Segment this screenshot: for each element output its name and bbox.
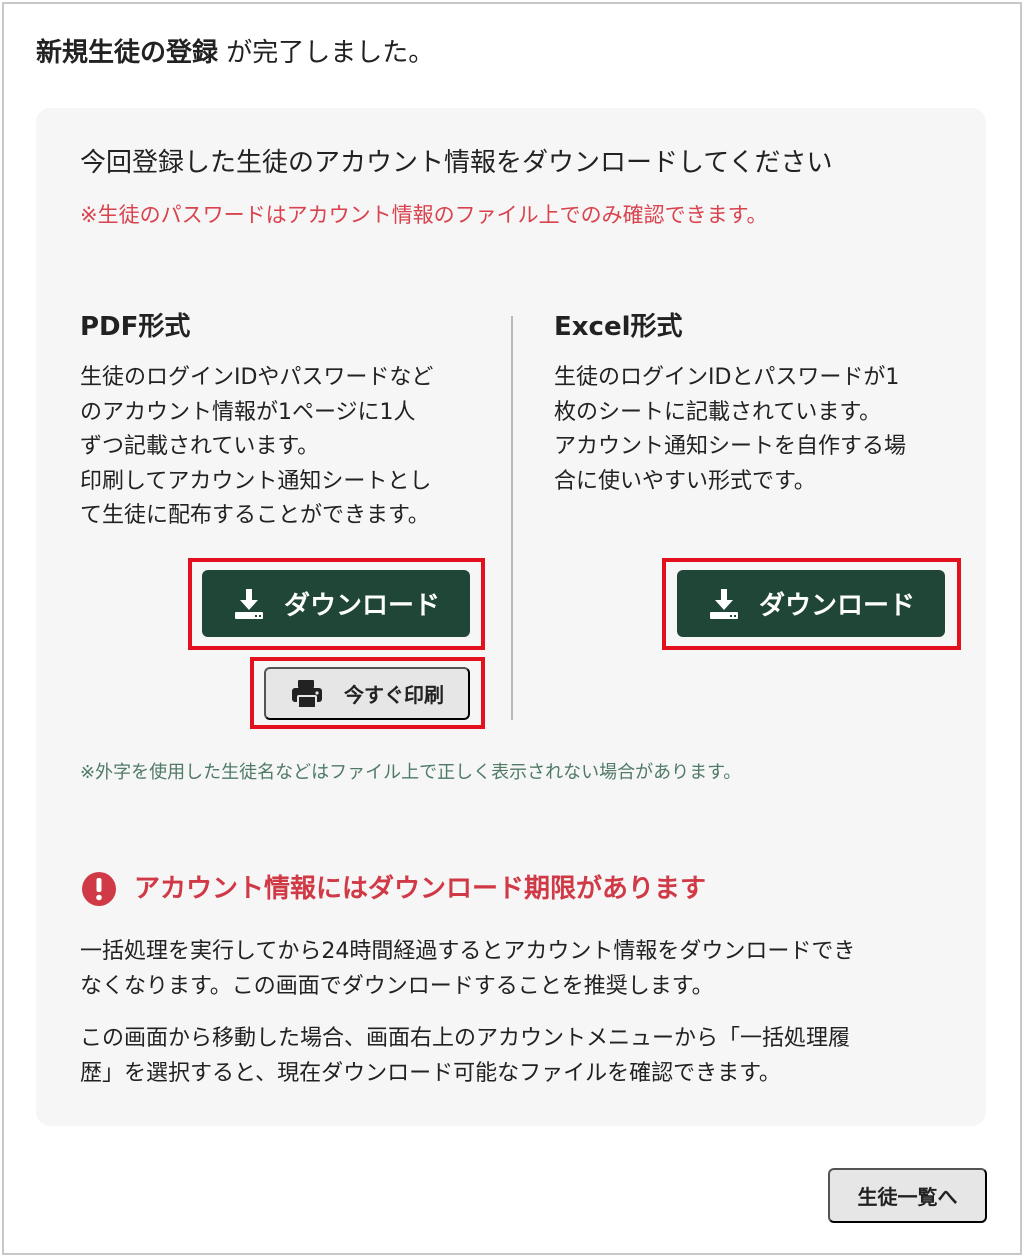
excel-desc-line: アカウント通知シートを自作する場	[554, 434, 907, 459]
alert-paragraph-1: 一括処理を実行してから24時間経過するとアカウント情報をダウンロードでき なくな…	[80, 935, 855, 1004]
pdf-format-title: PDF形式	[80, 312, 191, 342]
download-icon	[709, 588, 738, 619]
alert-title: アカウント情報にはダウンロード期限があります	[134, 874, 707, 904]
alert-paragraph-line: 歴」を選択すると、現在ダウンロード可能なファイルを確認できます。	[80, 1060, 781, 1086]
printer-icon	[292, 679, 322, 709]
pdf-download-label: ダウンロード	[283, 590, 440, 620]
page-title: 新規生徒の登録 が完了しました。	[36, 36, 434, 70]
excel-download-label: ダウンロード	[758, 590, 915, 620]
pdf-desc-line: 生徒のログインIDやパスワードなど	[80, 365, 434, 390]
page-title-rest: が完了しました。	[218, 38, 435, 68]
exclamation-circle-icon	[82, 872, 116, 906]
excel-desc-line: 生徒のログインIDとパスワードが1	[554, 365, 900, 390]
alert-paragraph-line: なくなります。この画面でダウンロードすることを推奨します。	[80, 973, 714, 999]
download-deadline-alert: アカウント情報にはダウンロード期限があります	[80, 870, 706, 908]
print-now-label: 今すぐ印刷	[344, 685, 444, 707]
alert-paragraph-line: 一括処理を実行してから24時間経過するとアカウント情報をダウンロードでき	[80, 939, 856, 964]
gaiji-note: ※外字を使用した生徒名などはファイル上で正しく表示されない場合があります。	[80, 762, 742, 783]
student-list-button[interactable]: 生徒一覧へ	[828, 1168, 987, 1223]
password-warning: ※生徒のパスワードはアカウント情報のファイル上でのみ確認できます。	[80, 203, 768, 227]
pdf-desc-line: て生徒に配布することができます。	[80, 503, 430, 528]
pdf-download-button[interactable]: ダウンロード	[202, 570, 470, 637]
print-now-button[interactable]: 今すぐ印刷	[264, 667, 470, 720]
alert-paragraph-2: この画面から移動した場合、画面右上のアカウントメニューから「一括処理履 歴」を選…	[80, 1022, 850, 1091]
download-icon	[234, 588, 263, 619]
panel-lead: 今回登録した生徒のアカウント情報をダウンロードしてください	[80, 148, 833, 178]
excel-format-title: Excel形式	[554, 312, 683, 342]
pdf-desc-line: ずつ記載されています。	[80, 434, 320, 459]
column-divider	[511, 316, 513, 720]
excel-desc-line: 枚のシートに記載されています。	[554, 399, 882, 425]
excel-format-description: 生徒のログインIDとパスワードが1 枚のシートに記載されています。 アカウント通…	[554, 361, 906, 499]
pdf-format-description: 生徒のログインIDやパスワードなど のアカウント情報が1ページに1人 ずつ記載さ…	[80, 361, 433, 534]
excel-desc-line: 合に使いやすい形式です。	[554, 468, 816, 494]
pdf-desc-line: 印刷してアカウント通知シートとし	[80, 468, 432, 494]
excel-download-button[interactable]: ダウンロード	[677, 570, 945, 637]
pdf-desc-line: のアカウント情報が1ページに1人	[80, 399, 416, 425]
page-title-emphasis: 新規生徒の登録	[36, 38, 219, 68]
alert-paragraph-line: この画面から移動した場合、画面右上のアカウントメニューから「一括処理履	[80, 1026, 851, 1051]
